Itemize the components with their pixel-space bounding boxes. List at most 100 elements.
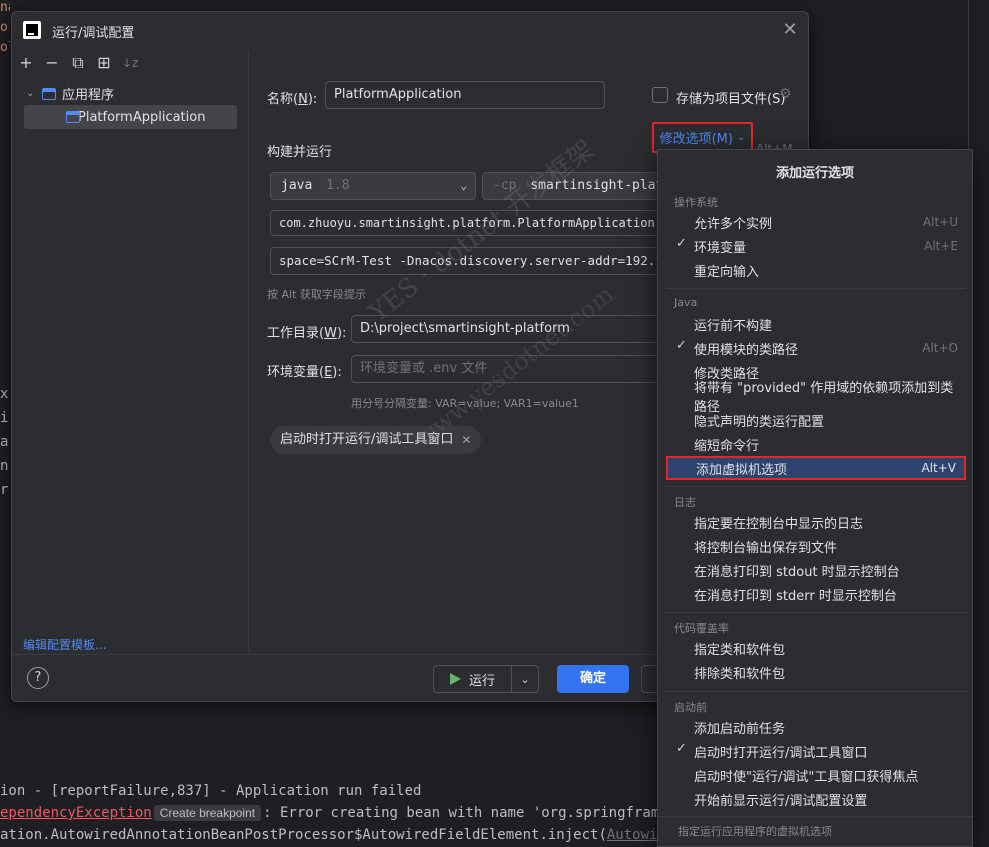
background-code-line: or: [0, 20, 10, 35]
sort-icon[interactable]: ↓z: [122, 55, 138, 71]
dialog-title: 运行/调试配置: [52, 26, 135, 41]
background-console-line: x: [0, 386, 9, 402]
popup-option-label: 隐式声明的类运行配置: [694, 414, 825, 430]
gear-icon[interactable]: ⚙: [779, 86, 792, 102]
popup-option-label: 启动时打开运行/调试工具窗口: [694, 745, 868, 761]
popup-option[interactable]: 允许多个实例 Alt+U: [666, 210, 966, 234]
popup-option[interactable]: 排除类和软件包: [666, 660, 966, 684]
intellij-logo-icon: [23, 21, 41, 39]
popup-option-label: 在消息打印到 stdout 时显示控制台: [694, 564, 900, 580]
popup-option[interactable]: 隐式声明的类运行配置: [666, 408, 966, 432]
popup-option[interactable]: 在消息打印到 stderr 时显示控制台: [666, 582, 966, 606]
config-tree-pane: + − ⧉ ⊞ ↓z ⌄ 应用程序 PlatformApplication 编辑…: [12, 50, 249, 654]
popup-option-label: 缩短命令行: [694, 438, 760, 454]
popup-option-label: 运行前不构建: [694, 318, 773, 334]
name-input[interactable]: PlatformApplication: [325, 81, 605, 109]
exception-link[interactable]: ependencyException: [0, 805, 152, 821]
background-console-line: a: [0, 434, 9, 450]
popup-option[interactable]: ✓ 启动时打开运行/调试工具窗口: [666, 739, 966, 763]
main-class-input[interactable]: com.zhuoyu.smartinsight.platform.Platfor…: [270, 210, 670, 236]
popup-option-label: 使用模块的类路径: [694, 342, 799, 358]
background-console-fragment: x i a n r: [0, 386, 10, 506]
popup-option[interactable]: 启动时使"运行/调试"工具窗口获得焦点: [666, 763, 966, 787]
ok-button[interactable]: 确定: [557, 665, 629, 693]
background-console-line: r: [0, 482, 9, 498]
tree-toolbar: + − ⧉ ⊞ ↓z: [18, 52, 138, 74]
jdk-version: 1.8: [326, 178, 350, 193]
popup-separator: [666, 288, 966, 289]
background-editor-fragment: nab or ol: [0, 0, 10, 70]
open-tool-window-tag[interactable]: 启动时打开运行/调试工具窗口 ✕: [270, 426, 482, 454]
popup-group-label: 启动前: [674, 701, 707, 714]
popup-option-label: 指定类和软件包: [694, 642, 786, 658]
popup-title: 添加运行选项: [775, 166, 854, 181]
add-icon[interactable]: +: [18, 55, 34, 71]
popup-group-label: 代码覆盖率: [674, 622, 729, 635]
checkmark-icon: ✓: [676, 338, 687, 353]
env-input[interactable]: 环境变量或 .env 文件: [351, 355, 671, 383]
log-text: ation.AutowiredAnnotationBeanPostProcess…: [0, 827, 607, 843]
jdk-name: java: [281, 178, 313, 193]
popup-option[interactable]: 添加启动前任务: [666, 715, 966, 739]
popup-footer-hint: 指定运行应用程序的虚拟机选项: [658, 816, 972, 846]
application-icon: [42, 87, 56, 100]
console-log-line: ion - [reportFailure,837] - Application …: [0, 783, 421, 799]
name-label: 名称(N):: [267, 92, 318, 107]
popup-option[interactable]: 将带有 "provided" 作用域的依赖项添加到类路径: [666, 381, 966, 415]
build-run-title: 构建并运行: [267, 145, 333, 160]
jdk-select[interactable]: java 1.8 ⌄: [270, 172, 476, 200]
popup-separator: [666, 691, 966, 692]
classpath-select[interactable]: -cp smartinsight-platform: [482, 172, 667, 200]
close-icon[interactable]: ✕: [780, 20, 800, 40]
workdir-input[interactable]: D:\project\smartinsight-platform: [351, 315, 671, 343]
popup-option-shortcut: Alt+V: [921, 461, 956, 475]
run-main-button[interactable]: 运行: [434, 666, 512, 692]
create-breakpoint-chip[interactable]: Create breakpoint: [153, 805, 262, 821]
edit-templates-link[interactable]: 编辑配置模板...: [23, 636, 106, 653]
popup-option[interactable]: 开始前显示运行/调试配置设置: [666, 787, 966, 811]
popup-option[interactable]: ✓ 使用模块的类路径 Alt+O: [666, 336, 966, 360]
cp-prefix: -cp: [493, 178, 517, 193]
popup-option[interactable]: 缩短命令行: [666, 432, 966, 456]
tree-node-platform-application[interactable]: PlatformApplication: [24, 105, 237, 129]
dialog-title-bar: 运行/调试配置 ✕: [12, 12, 808, 50]
help-button[interactable]: ?: [27, 667, 49, 689]
popup-option-label: 将控制台输出保存到文件: [694, 540, 838, 556]
chevron-down-icon[interactable]: ⌄: [512, 673, 538, 686]
popup-option[interactable]: 将控制台输出保存到文件: [666, 534, 966, 558]
popup-separator: [666, 486, 966, 487]
popup-option[interactable]: 运行前不构建: [666, 312, 966, 336]
popup-group-label: 日志: [674, 496, 696, 509]
popup-option-label: 添加启动前任务: [694, 721, 786, 737]
popup-option[interactable]: 指定要在控制台中显示的日志: [666, 510, 966, 534]
close-icon[interactable]: ✕: [461, 426, 471, 454]
tree-node-application[interactable]: ⌄ 应用程序: [26, 84, 114, 103]
background-console-line: i: [0, 410, 9, 426]
popup-option[interactable]: 在消息打印到 stdout 时显示控制台: [666, 558, 966, 582]
remove-icon[interactable]: −: [44, 55, 60, 71]
run-label: 运行: [468, 673, 495, 689]
store-as-file-checkbox[interactable]: [652, 87, 668, 103]
popup-option-label: 指定要在控制台中显示的日志: [694, 516, 864, 532]
run-button[interactable]: 运行 ⌄: [433, 665, 539, 693]
background-console-line: n: [0, 458, 9, 474]
popup-option-label: 重定向输入: [694, 264, 760, 280]
copy-icon[interactable]: ⧉: [70, 55, 86, 71]
popup-option-label: 添加虚拟机选项: [696, 462, 788, 478]
alt-hint: 按 Alt 获取字段提示: [267, 288, 366, 301]
popup-group-label: Java: [674, 296, 698, 309]
popup-option[interactable]: ✓ 环境变量 Alt+E: [666, 234, 966, 258]
chevron-down-icon: ⌄: [736, 132, 746, 143]
log-text: ion - [reportFailure,837] - Application …: [0, 783, 422, 799]
popup-option[interactable]: 添加虚拟机选项 Alt+V: [666, 456, 966, 480]
env-label: 环境变量(E):: [267, 365, 342, 380]
popup-option[interactable]: 重定向输入: [666, 258, 966, 282]
popup-option-shortcut: Alt+O: [922, 341, 958, 355]
popup-group-label: 操作系统: [674, 196, 718, 209]
new-folder-icon[interactable]: ⊞: [96, 55, 112, 71]
program-args-input[interactable]: space=SCrM-Test -Dnacos.discovery.server…: [270, 247, 670, 275]
popup-option-label: 开始前显示运行/调试配置设置: [694, 793, 868, 809]
popup-separator: [666, 612, 966, 613]
popup-option[interactable]: 指定类和软件包: [666, 636, 966, 660]
chevron-down-icon[interactable]: ⌄: [26, 88, 36, 99]
